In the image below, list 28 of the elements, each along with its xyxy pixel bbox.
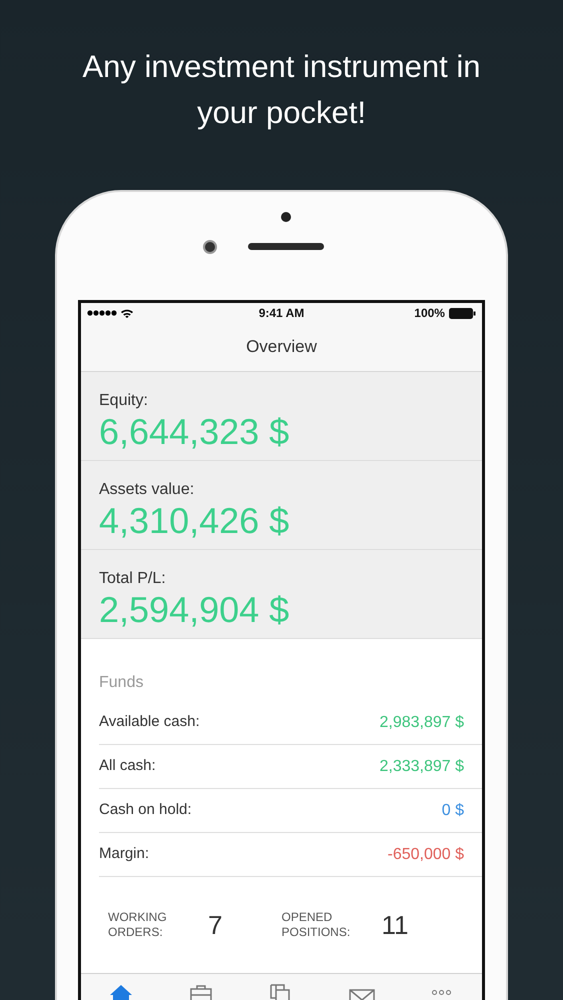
battery-icon [448,308,476,318]
fund-label: Cash on hold: [99,800,192,820]
front-camera [203,240,217,254]
fund-value: -650,000 $ [387,844,464,864]
fund-label: Margin: [99,844,150,864]
fund-value: 2,333,897 $ [379,756,464,776]
signal-icon [87,310,117,316]
summary-label: WORKING ORDERS: [108,910,168,940]
summary-count: 11 [382,908,408,942]
summary-count: 7 [208,908,222,942]
fund-value: 0 $ [442,800,464,820]
headline: Any investment instrument in your pocket! [81,48,482,132]
stat-label: Assets value: [99,480,194,500]
screen-title: Overview [246,336,317,358]
stat-value: 6,644,323 $ [99,411,290,453]
stat-value: 4,310,426 $ [99,500,290,542]
section-heading: Funds [99,674,144,691]
battery-percent: 100% [414,305,445,322]
summary-label: OPENED POSITIONS: [282,910,352,940]
stat-label: Total P/L: [99,569,166,589]
wifi-icon [121,308,133,318]
fund-label: Available cash: [99,712,200,732]
stat-label: Equity: [99,391,148,411]
more-icon [432,990,452,995]
fund-label: All cash: [99,756,156,776]
status-time: 9:41 AM [258,305,304,322]
fund-value: 2,983,897 $ [379,712,464,732]
stat-value: 2,594,904 $ [99,589,290,631]
